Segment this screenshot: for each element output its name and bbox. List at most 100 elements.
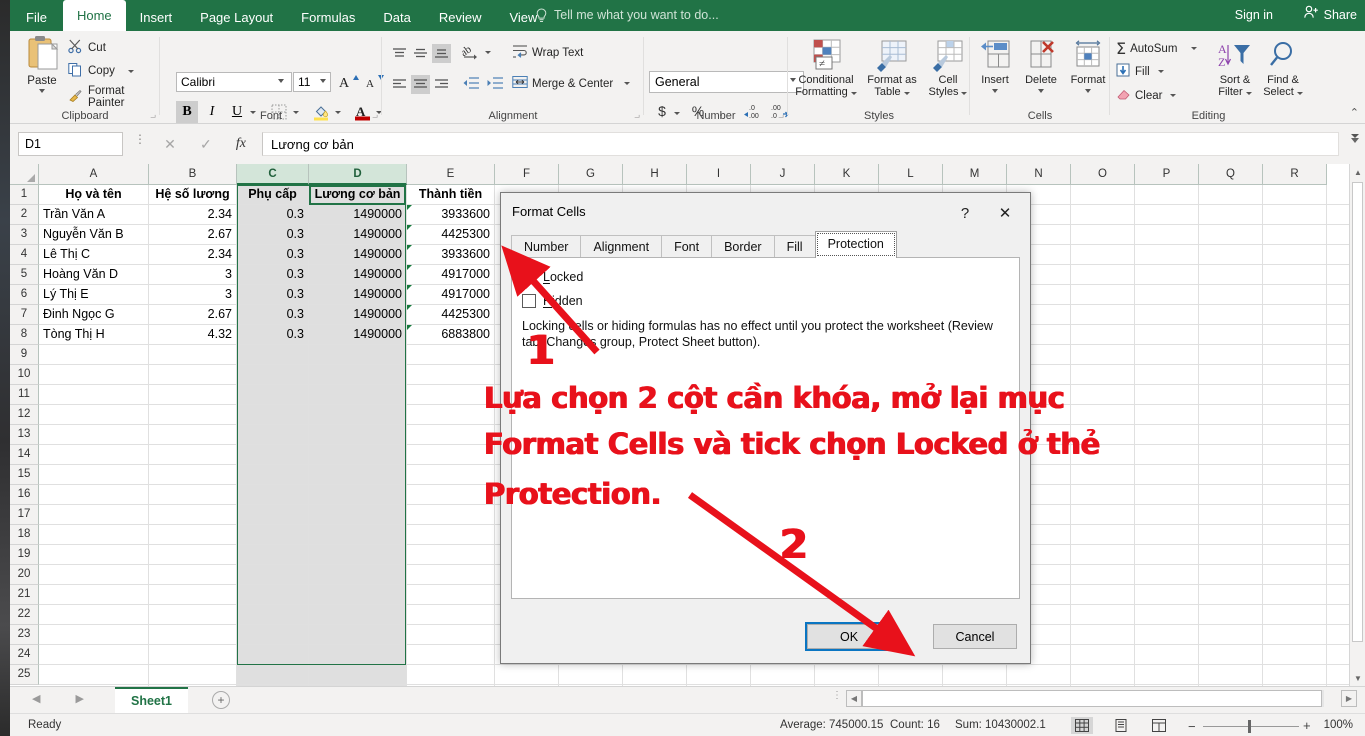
- column-header-L[interactable]: L: [879, 164, 943, 185]
- dialog-tab-border[interactable]: Border: [711, 235, 775, 258]
- zoom-out-button[interactable]: −: [1188, 719, 1196, 734]
- column-header-F[interactable]: F: [495, 164, 559, 185]
- align-left-button[interactable]: [390, 75, 409, 94]
- increase-indent-button[interactable]: [484, 73, 506, 93]
- row-header-3[interactable]: 3: [10, 225, 39, 245]
- number-format-select[interactable]: General: [649, 71, 804, 93]
- locked-checkbox-row[interactable]: Locked: [522, 270, 583, 284]
- format-as-table-button[interactable]: Format asTable: [860, 35, 924, 98]
- cell-D3[interactable]: 1490000: [309, 225, 406, 245]
- scroll-up-arrow[interactable]: ▲: [1350, 164, 1365, 180]
- orientation-button[interactable]: ab: [460, 41, 482, 61]
- paste-dropdown-caret[interactable]: [39, 89, 45, 93]
- row-header-17[interactable]: 17: [10, 505, 39, 525]
- cell-C4[interactable]: 0.3: [237, 245, 308, 265]
- column-header-M[interactable]: M: [943, 164, 1007, 185]
- row-header-14[interactable]: 14: [10, 445, 39, 465]
- row-header-24[interactable]: 24: [10, 645, 39, 665]
- tab-review[interactable]: Review: [425, 5, 496, 31]
- select-all-corner[interactable]: [10, 164, 39, 185]
- scroll-right-arrow[interactable]: ▶: [1341, 690, 1357, 707]
- row-header-8[interactable]: 8: [10, 325, 39, 345]
- column-header-P[interactable]: P: [1135, 164, 1199, 185]
- share-button[interactable]: Share: [1304, 0, 1357, 31]
- align-top-button[interactable]: [390, 44, 409, 63]
- cancel-entry-icon[interactable]: ✕: [164, 136, 176, 153]
- cell-B4[interactable]: 2.34: [149, 245, 236, 265]
- row-header-6[interactable]: 6: [10, 285, 39, 305]
- fill-button[interactable]: Fill: [1116, 63, 1164, 80]
- close-icon[interactable]: ✕: [988, 201, 1022, 225]
- cell-D8[interactable]: 1490000: [309, 325, 406, 345]
- cell-D4[interactable]: 1490000: [309, 245, 406, 265]
- column-header-J[interactable]: J: [751, 164, 815, 185]
- sort-filter-button[interactable]: A Z Sort &Filter: [1210, 35, 1260, 98]
- cell-header-A1[interactable]: Họ và tên: [39, 185, 148, 205]
- cell-header-E1[interactable]: Thành tiền: [407, 185, 494, 205]
- column-header-G[interactable]: G: [559, 164, 623, 185]
- cell-A3[interactable]: Nguyễn Văn B: [39, 225, 148, 245]
- cell-E6[interactable]: 4917000: [407, 285, 494, 305]
- horizontal-scrollbar[interactable]: ◀ ▶: [846, 690, 1357, 708]
- cell-A5[interactable]: Hoàng Văn D: [39, 265, 148, 285]
- row-header-7[interactable]: 7: [10, 305, 39, 325]
- font-size-caret[interactable]: [320, 79, 326, 83]
- column-header-R[interactable]: R: [1263, 164, 1327, 185]
- align-right-button[interactable]: [432, 75, 451, 94]
- font-dialog-launcher[interactable]: [368, 111, 378, 121]
- cell-D7[interactable]: 1490000: [309, 305, 406, 325]
- add-sheet-button[interactable]: +: [212, 691, 230, 709]
- tabstrip-splitter[interactable]: ⋮: [832, 693, 842, 698]
- help-icon[interactable]: ?: [952, 201, 978, 225]
- cell-B6[interactable]: 3: [149, 285, 236, 305]
- cell-header-C1[interactable]: Phụ cấp: [237, 185, 308, 205]
- clear-caret[interactable]: [1170, 94, 1176, 97]
- zoom-slider-handle[interactable]: [1248, 720, 1251, 733]
- insert-function-icon[interactable]: fx: [236, 136, 246, 152]
- align-center-button[interactable]: [411, 75, 430, 94]
- decrease-indent-button[interactable]: [460, 73, 482, 93]
- dialog-tab-alignment[interactable]: Alignment: [580, 235, 662, 258]
- cut-button[interactable]: Cut: [68, 39, 106, 57]
- tab-page-layout[interactable]: Page Layout: [186, 5, 287, 31]
- vertical-scrollbar[interactable]: ▲ ▼: [1349, 164, 1365, 686]
- cell-B2[interactable]: 2.34: [149, 205, 236, 225]
- row-header-20[interactable]: 20: [10, 565, 39, 585]
- row-header-25[interactable]: 25: [10, 665, 39, 685]
- clear-button[interactable]: Clear: [1116, 87, 1176, 104]
- scroll-left-arrow[interactable]: ◀: [846, 690, 862, 707]
- horizontal-scroll-thumb[interactable]: [862, 690, 1322, 707]
- cell-D6[interactable]: 1490000: [309, 285, 406, 305]
- cell-A2[interactable]: Trần Văn A: [39, 205, 148, 225]
- cell-E7[interactable]: 4425300: [407, 305, 494, 325]
- column-header-A[interactable]: A: [39, 164, 149, 185]
- copy-dropdown-caret[interactable]: [128, 70, 134, 73]
- row-header-9[interactable]: 9: [10, 345, 39, 365]
- cell-header-D1[interactable]: Lương cơ bản: [309, 185, 406, 205]
- insert-cells-button[interactable]: Insert: [973, 35, 1017, 93]
- cell-C5[interactable]: 0.3: [237, 265, 308, 285]
- row-header-15[interactable]: 15: [10, 465, 39, 485]
- row-header-2[interactable]: 2: [10, 205, 39, 225]
- dialog-tab-fill[interactable]: Fill: [774, 235, 816, 258]
- sheet-next-arrow[interactable]: ▶: [76, 692, 84, 705]
- column-header-E[interactable]: E: [407, 164, 495, 185]
- confirm-entry-icon[interactable]: ✓: [200, 136, 212, 153]
- row-header-11[interactable]: 11: [10, 385, 39, 405]
- cell-D5[interactable]: 1490000: [309, 265, 406, 285]
- row-header-16[interactable]: 16: [10, 485, 39, 505]
- cell-B5[interactable]: 3: [149, 265, 236, 285]
- page-layout-view-button[interactable]: [1110, 717, 1132, 734]
- scroll-down-arrow[interactable]: ▼: [1350, 670, 1365, 686]
- column-header-D[interactable]: D: [309, 164, 407, 185]
- zoom-slider-track[interactable]: [1203, 726, 1299, 727]
- cell-A7[interactable]: Đinh Ngọc G: [39, 305, 148, 325]
- merge-center-button[interactable]: Merge & Center: [512, 75, 630, 92]
- zoom-in-button[interactable]: +: [1303, 718, 1311, 733]
- locked-checkbox[interactable]: [522, 270, 536, 284]
- ok-button[interactable]: OK: [807, 624, 891, 649]
- cell-E2[interactable]: 3933600: [407, 205, 494, 225]
- autosum-caret[interactable]: [1191, 47, 1197, 50]
- formula-input[interactable]: Lương cơ bản: [262, 132, 1339, 156]
- row-header-19[interactable]: 19: [10, 545, 39, 565]
